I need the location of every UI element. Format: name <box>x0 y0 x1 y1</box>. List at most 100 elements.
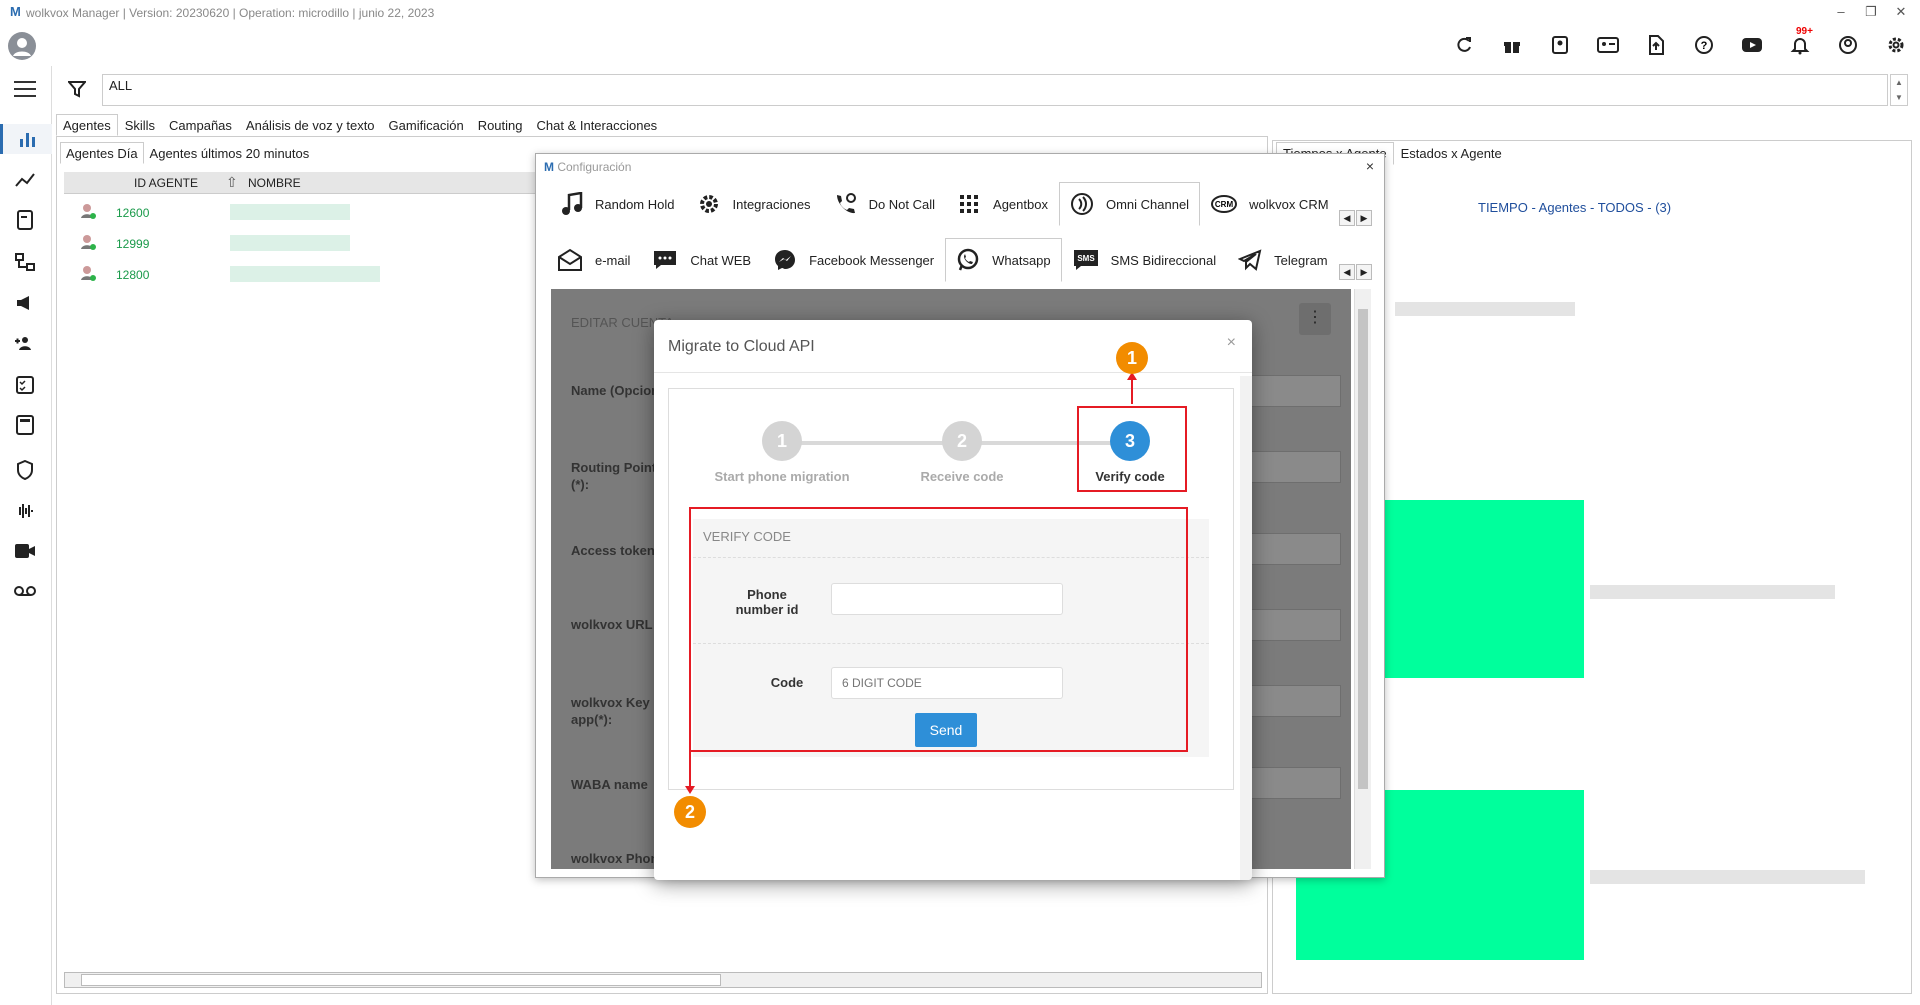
agent-name-blurred <box>230 204 350 220</box>
calculator-icon[interactable] <box>12 412 38 438</box>
sort-up-icon[interactable]: ⇧ <box>226 174 238 191</box>
tab-agentbox[interactable]: Agentbox <box>946 182 1059 226</box>
contacts-book-icon[interactable] <box>1546 32 1574 58</box>
field-label-phone: wolkvox Phone <box>571 851 666 866</box>
tab-integraciones[interactable]: Integraciones <box>686 182 822 226</box>
blurred-label <box>1590 585 1835 599</box>
restore-button[interactable]: ❐ <box>1862 4 1880 20</box>
tab-whatsapp[interactable]: Whatsapp <box>945 238 1062 282</box>
modal-scrollbar[interactable] <box>1240 376 1252 880</box>
close-window-button[interactable]: ✕ <box>1892 4 1910 20</box>
tabs2-left-arrow[interactable]: ◀ <box>1339 264 1355 280</box>
agent-id: 12800 <box>116 268 150 282</box>
config-close-button[interactable]: × <box>1366 158 1374 174</box>
megaphone-icon[interactable] <box>12 290 38 316</box>
field-label-token: Access token <box>571 543 655 558</box>
file-upload-icon[interactable] <box>1642 32 1670 58</box>
step-2-circle: 2 <box>942 421 982 461</box>
tab-email[interactable]: e-mail <box>546 238 641 282</box>
flow-icon[interactable] <box>12 249 38 275</box>
tab-estados[interactable]: Estados x Agente <box>1394 142 1509 165</box>
tab-agentes[interactable]: Agentes <box>56 114 118 136</box>
tab-facebook-messenger[interactable]: Facebook Messenger <box>762 238 945 282</box>
crm-icon: CRM <box>1211 195 1238 213</box>
tab-skills[interactable]: Skills <box>118 114 162 136</box>
tab-gamificacion[interactable]: Gamificación <box>382 114 471 136</box>
col-id-agente[interactable]: ID AGENTE <box>134 176 198 190</box>
gift-icon[interactable] <box>1498 32 1526 58</box>
tab-wolkvox-crm[interactable]: CRM wolkvox CRM <box>1200 182 1339 226</box>
scroll-thumb[interactable] <box>1358 309 1368 789</box>
agent-id: 12999 <box>116 237 150 251</box>
svg-text:CRM: CRM <box>1215 200 1234 209</box>
field-url[interactable] <box>1251 609 1341 641</box>
kebab-menu-icon[interactable]: ⋮ <box>1299 303 1331 335</box>
window-title: wolkvox Manager | Version: 20230620 | Op… <box>26 6 435 20</box>
settings-icon[interactable] <box>1882 32 1910 58</box>
field-key[interactable] <box>1251 685 1341 717</box>
tab-random-hold[interactable]: Random Hold <box>550 182 686 226</box>
id-card-icon[interactable] <box>1594 32 1622 58</box>
scroll-thumb[interactable] <box>81 974 721 986</box>
tab-telegram[interactable]: Telegram <box>1227 238 1338 282</box>
tab-agentes-20[interactable]: Agentes últimos 20 minutos <box>144 142 316 164</box>
whatsapp-icon <box>957 248 979 271</box>
tab-sms[interactable]: SMS SMS Bidireccional <box>1062 238 1228 282</box>
horizontal-scrollbar[interactable] <box>64 972 1262 988</box>
shield-icon[interactable] <box>12 457 38 483</box>
tab-campanas[interactable]: Campañas <box>162 114 239 136</box>
video-add-icon[interactable] <box>12 538 38 564</box>
col-nombre[interactable]: NOMBRE <box>248 176 301 190</box>
agent-avatar-icon <box>80 264 96 282</box>
bar-chart-icon[interactable] <box>0 124 52 154</box>
highlight-verify-section <box>689 507 1188 752</box>
tab-routing[interactable]: Routing <box>471 114 530 136</box>
tab-do-not-call[interactable]: Do Not Call <box>822 182 946 226</box>
filter-icon[interactable] <box>68 80 86 98</box>
audio-wave-icon[interactable] <box>12 498 38 524</box>
filter-spinner[interactable]: ▲ ▼ <box>1890 74 1908 106</box>
step-1-label: Start phone migration <box>714 469 850 484</box>
step-1-circle: 1 <box>762 421 802 461</box>
tab-chat[interactable]: Chat & Interacciones <box>530 114 665 136</box>
field-token[interactable] <box>1251 533 1341 565</box>
field-routing-select[interactable] <box>1251 451 1341 483</box>
tab-agentes-dia[interactable]: Agentes Día <box>60 142 144 164</box>
tab-analisis[interactable]: Análisis de voz y texto <box>239 114 382 136</box>
refresh-icon[interactable] <box>1450 32 1478 58</box>
checklist-icon[interactable] <box>12 372 38 398</box>
filter-input[interactable]: ALL <box>102 74 1888 106</box>
trend-icon[interactable] <box>12 167 38 193</box>
table-row[interactable]: 12600 <box>64 198 524 228</box>
blurred-label <box>1590 870 1865 884</box>
user-avatar[interactable] <box>8 32 36 60</box>
agent-avatar-icon <box>80 233 96 251</box>
voicemail-icon[interactable] <box>12 578 38 604</box>
chart-title: TIEMPO - Agentes - TODOS - (3) <box>1478 200 1672 215</box>
hamburger-icon[interactable] <box>12 76 38 102</box>
chat-icon <box>654 251 677 269</box>
user-circle-icon[interactable] <box>1834 32 1862 58</box>
tabs-left-arrow[interactable]: ◀ <box>1339 210 1355 226</box>
field-label-url: wolkvox URL <box>571 617 653 632</box>
music-icon <box>562 192 583 215</box>
tab-omni-channel[interactable]: Omni Channel <box>1058 182 1201 226</box>
table-row[interactable]: 12999 <box>64 229 524 259</box>
help-icon[interactable]: ? <box>1690 32 1718 58</box>
field-label-waba: WABA name <box>571 777 648 792</box>
step-1: 1 Start phone migration <box>697 421 867 484</box>
tabs-right-arrow[interactable]: ▶ <box>1356 210 1372 226</box>
minimize-button[interactable]: – <box>1832 4 1850 20</box>
youtube-icon[interactable] <box>1738 32 1766 58</box>
table-row[interactable]: 12800 <box>64 260 524 290</box>
dialpad-icon <box>960 195 979 213</box>
users-add-icon[interactable] <box>12 330 38 356</box>
tab-chat-web[interactable]: Chat WEB <box>641 238 762 282</box>
report-icon[interactable] <box>12 207 38 233</box>
modal-close-button[interactable]: × <box>1227 334 1236 352</box>
field-waba[interactable] <box>1251 767 1341 799</box>
config-scrollbar[interactable] <box>1354 289 1371 869</box>
bell-icon[interactable]: 99+ <box>1786 26 1814 58</box>
tabs2-right-arrow[interactable]: ▶ <box>1356 264 1372 280</box>
field-name[interactable] <box>1251 375 1341 407</box>
